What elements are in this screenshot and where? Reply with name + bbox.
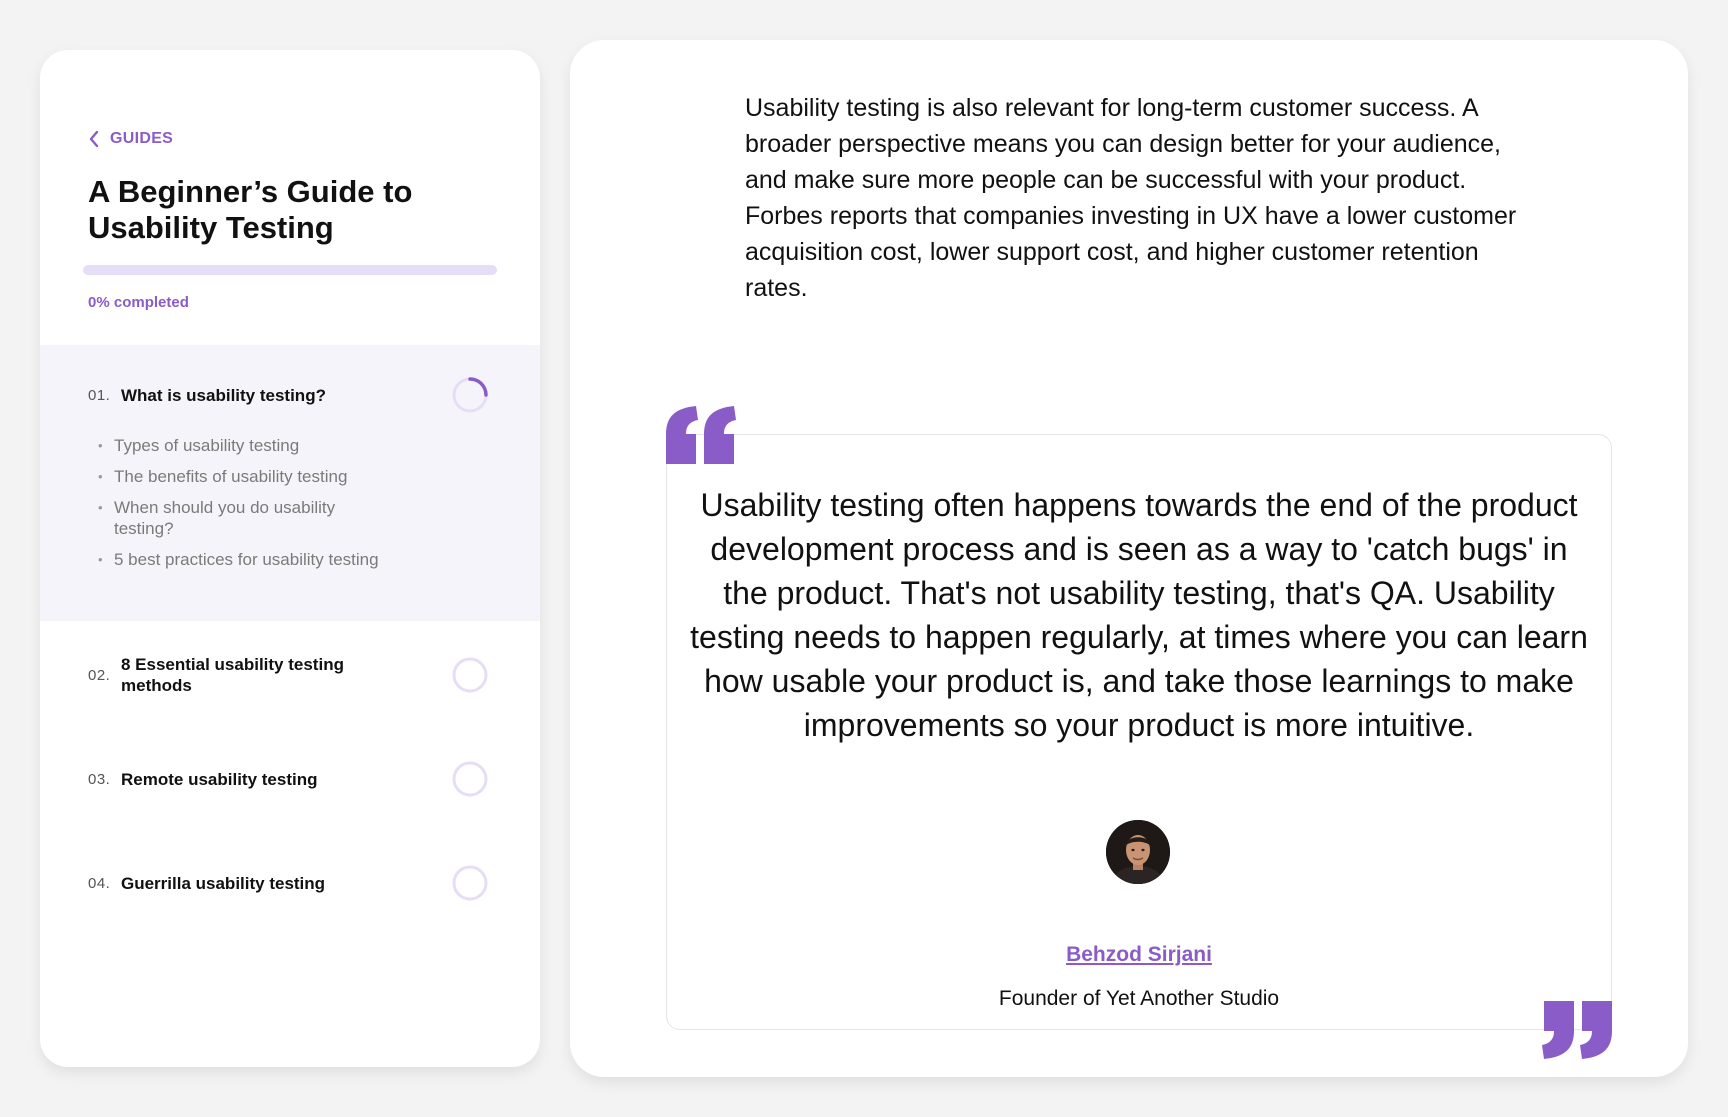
section-link[interactable]: 5 best practices for usability testing [98, 549, 398, 570]
author-name-link[interactable]: Behzod Sirjani [570, 943, 1708, 967]
chapter-item-01[interactable]: 01. What is usability testing? [40, 375, 540, 415]
chapter-item-03[interactable]: 03. Remote usability testing [40, 759, 540, 799]
chapter-number: 02. [88, 666, 111, 684]
chapter-title: What is usability testing? [121, 385, 326, 405]
progress-ring-track [452, 761, 488, 797]
progress-ring-track [452, 865, 488, 901]
back-to-guides-link[interactable]: GUIDES [88, 130, 173, 148]
author-avatar [1106, 820, 1170, 884]
chapter-title: Guerrilla usability testing [121, 873, 326, 893]
chapter-sections-list: Types of usability testing The benefits … [98, 435, 398, 580]
chapter-title: Remote usability testing [121, 769, 318, 789]
guide-sidebar: GUIDES A Beginner’s Guide to Usability T… [40, 50, 540, 1067]
chapter-item-02[interactable]: 02. 8 Essential usability testing method… [40, 645, 540, 705]
section-link[interactable]: Types of usability testing [98, 435, 398, 456]
chapter-number: 04. [88, 874, 111, 892]
guide-title: A Beginner’s Guide to Usability Testing [88, 174, 413, 245]
chapter-number: 03. [88, 770, 111, 788]
guide-progress-text: 0% completed [88, 294, 189, 311]
progress-ring-icon [452, 657, 488, 693]
chevron-left-icon [89, 130, 99, 148]
open-quote-icon [666, 406, 736, 464]
quote-text: Usability testing often happens towards … [690, 487, 1588, 743]
article-paragraph: Usability testing is also relevant for l… [745, 94, 1517, 302]
close-quote-icon [1542, 1001, 1612, 1059]
article-content: Usability testing is also relevant for l… [570, 40, 1688, 1077]
chapter-item-04[interactable]: 04. Guerrilla usability testing [40, 863, 540, 903]
section-link[interactable]: The benefits of usability testing [98, 466, 398, 487]
section-link[interactable]: When should you do usability testing? [98, 497, 398, 539]
chapter-title: 8 Essential usability testing methods [121, 655, 344, 695]
back-link-label: GUIDES [110, 130, 174, 147]
progress-ring-icon [452, 377, 488, 413]
progress-ring-icon [452, 761, 488, 797]
progress-ring-icon [452, 865, 488, 901]
author-role: Founder of Yet Another Studio [998, 987, 1280, 1010]
progress-ring-track [452, 657, 488, 693]
guide-progress-bar [83, 265, 497, 275]
chapter-number: 01. [88, 386, 111, 404]
